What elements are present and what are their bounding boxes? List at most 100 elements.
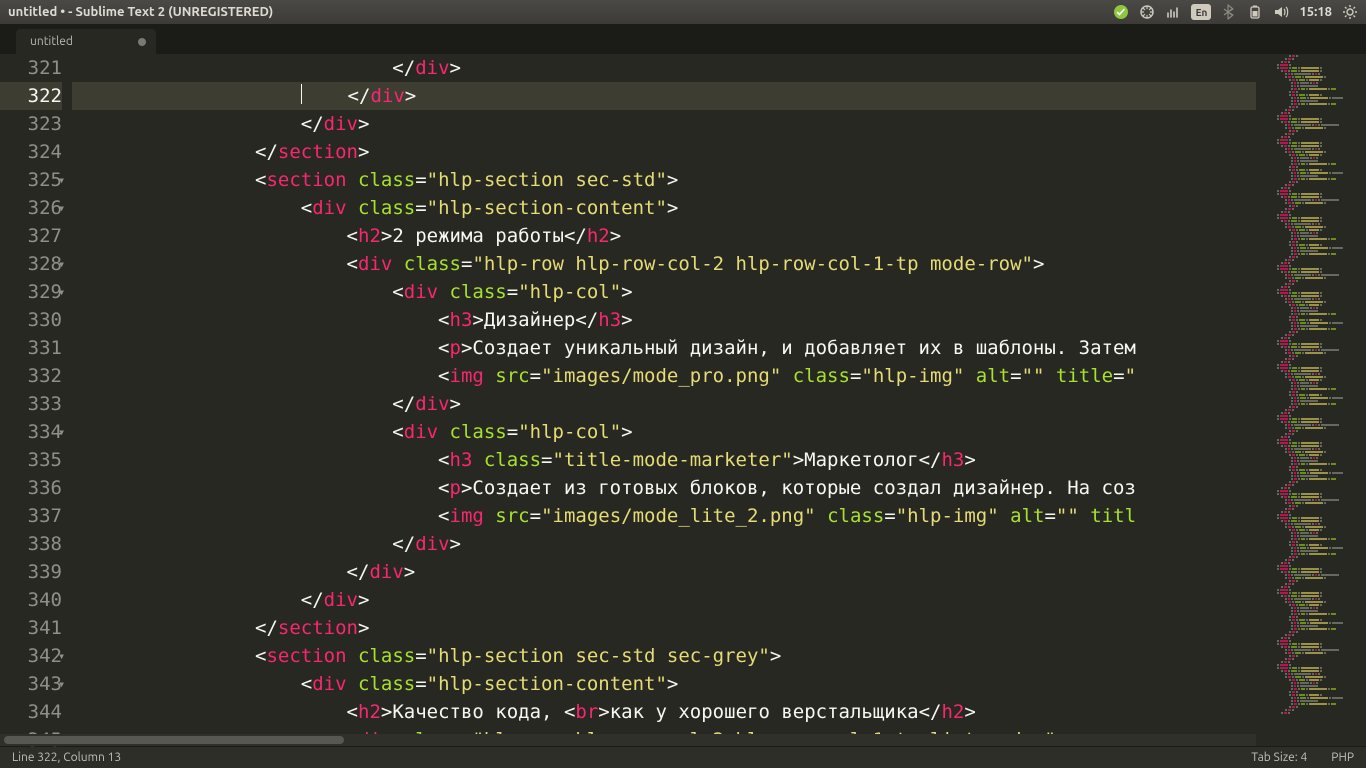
line-number[interactable]: 326: [0, 194, 62, 222]
status-syntax[interactable]: PHP: [1331, 751, 1354, 764]
status-tab-size[interactable]: Tab Size: 4: [1251, 751, 1307, 764]
minimap-line: [1260, 688, 1362, 690]
code-line[interactable]: <img src="images/mode_lite_2.png" class=…: [72, 502, 1256, 530]
line-number[interactable]: 327: [0, 222, 62, 250]
system-tray: En 15:18: [1113, 4, 1358, 20]
line-number[interactable]: 343: [0, 670, 62, 698]
code-line[interactable]: <h2>2 режима работы</h2>: [72, 222, 1256, 250]
code-area[interactable]: </div> </div> </div> </section> <section…: [72, 54, 1256, 746]
horizontal-scrollbar[interactable]: [0, 734, 1256, 746]
line-number[interactable]: 338: [0, 530, 62, 558]
line-number[interactable]: 322: [0, 82, 62, 110]
bluetooth-icon[interactable]: [1221, 4, 1237, 20]
clock[interactable]: 15:18: [1299, 5, 1332, 19]
line-number[interactable]: 324: [0, 138, 62, 166]
minimap-line: [1260, 673, 1362, 675]
code-line[interactable]: </div>: [72, 558, 1256, 586]
code-line[interactable]: <div class="hlp-col">: [72, 278, 1256, 306]
line-number[interactable]: 328: [0, 250, 62, 278]
code-line[interactable]: <div class="hlp-section-content">: [72, 194, 1256, 222]
minimap-line: [1260, 526, 1362, 528]
minimap-line: [1260, 598, 1362, 600]
minimap-line: [1260, 163, 1362, 165]
code-line[interactable]: <div class="hlp-col">: [72, 418, 1256, 446]
line-gutter[interactable]: 3213223233243253263273283293303313323333…: [0, 54, 72, 746]
battery-icon[interactable]: [1247, 4, 1263, 20]
minimap-line: [1260, 238, 1362, 240]
code-line[interactable]: </section>: [72, 614, 1256, 642]
code-line[interactable]: </div>: [72, 530, 1256, 558]
minimap-line: [1260, 538, 1362, 540]
minimap-line: [1260, 640, 1362, 642]
minimap-line: [1260, 703, 1362, 705]
minimap-line: [1260, 82, 1362, 84]
minimap-line: [1260, 349, 1362, 351]
line-number[interactable]: 323: [0, 110, 62, 138]
code-line[interactable]: </div>: [72, 586, 1256, 614]
line-number[interactable]: 331: [0, 334, 62, 362]
minimap-line: [1260, 373, 1362, 375]
minimap-line: [1260, 229, 1362, 231]
scrollbar-thumb[interactable]: [4, 736, 344, 744]
code-line[interactable]: <section class="hlp-section sec-std sec-…: [72, 642, 1256, 670]
status-cursor-pos[interactable]: Line 322, Column 13: [12, 751, 1227, 764]
minimap-line: [1260, 193, 1362, 195]
minimap-line: [1260, 646, 1362, 648]
line-number[interactable]: 332: [0, 362, 62, 390]
line-number[interactable]: 344: [0, 698, 62, 726]
session-gear-icon[interactable]: [1342, 4, 1358, 20]
minimap-line: [1260, 577, 1362, 579]
minimap-line: [1260, 463, 1362, 465]
line-number[interactable]: 337: [0, 502, 62, 530]
code-line[interactable]: </div>: [72, 82, 1256, 110]
code-line[interactable]: <p>Создает из готовых блоков, которые со…: [72, 474, 1256, 502]
line-number[interactable]: 321: [0, 54, 62, 82]
code-line[interactable]: </div>: [72, 110, 1256, 138]
minimap-line: [1260, 280, 1362, 282]
line-number[interactable]: 333: [0, 390, 62, 418]
code-line[interactable]: <section class="hlp-section sec-std">: [72, 166, 1256, 194]
line-number[interactable]: 334: [0, 418, 62, 446]
code-line[interactable]: </section>: [72, 138, 1256, 166]
tab-untitled[interactable]: untitled: [16, 29, 156, 54]
keyboard-lang-badge[interactable]: En: [1191, 4, 1211, 20]
settings-icon[interactable]: [1139, 4, 1155, 20]
minimap-line: [1260, 574, 1362, 576]
line-number[interactable]: 342: [0, 642, 62, 670]
line-number[interactable]: 330: [0, 306, 62, 334]
code-line[interactable]: </div>: [72, 54, 1256, 82]
code-line[interactable]: <p>Создает уникальный дизайн, и добавляе…: [72, 334, 1256, 362]
code-line[interactable]: <div class="hlp-section-content">: [72, 670, 1256, 698]
volume-icon[interactable]: [1273, 4, 1289, 20]
line-number[interactable]: 329: [0, 278, 62, 306]
minimap-line: [1260, 109, 1362, 111]
sync-ok-icon[interactable]: [1113, 4, 1129, 20]
minimap-line: [1260, 148, 1362, 150]
code-line[interactable]: <h3>Дизайнер</h3>: [72, 306, 1256, 334]
code-line[interactable]: <h2>Качество кода, <br>как у хорошего ве…: [72, 698, 1256, 726]
line-number[interactable]: 340: [0, 586, 62, 614]
network-icon[interactable]: [1165, 4, 1181, 20]
line-number[interactable]: 335: [0, 446, 62, 474]
minimap-line: [1260, 274, 1362, 276]
code-line[interactable]: <img src="images/mode_pro.png" class="hl…: [72, 362, 1256, 390]
minimap-line: [1260, 409, 1362, 411]
minimap-line: [1260, 511, 1362, 513]
line-number[interactable]: 339: [0, 558, 62, 586]
minimap-line: [1260, 199, 1362, 201]
minimap-line: [1260, 250, 1362, 252]
tab-label: untitled: [30, 35, 73, 48]
minimap-line: [1260, 709, 1362, 711]
code-line[interactable]: <div class="hlp-row hlp-row-col-2 hlp-ro…: [72, 250, 1256, 278]
minimap[interactable]: [1256, 54, 1366, 746]
minimap-line: [1260, 556, 1362, 558]
os-menubar: untitled • - Sublime Text 2 (UNREGISTERE…: [0, 0, 1366, 24]
line-number[interactable]: 325: [0, 166, 62, 194]
minimap-line: [1260, 697, 1362, 699]
minimap-line: [1260, 259, 1362, 261]
line-number[interactable]: 341: [0, 614, 62, 642]
code-line[interactable]: </div>: [72, 390, 1256, 418]
minimap-line: [1260, 421, 1362, 423]
code-line[interactable]: <h3 class="title-mode-marketer">Маркетол…: [72, 446, 1256, 474]
line-number[interactable]: 336: [0, 474, 62, 502]
